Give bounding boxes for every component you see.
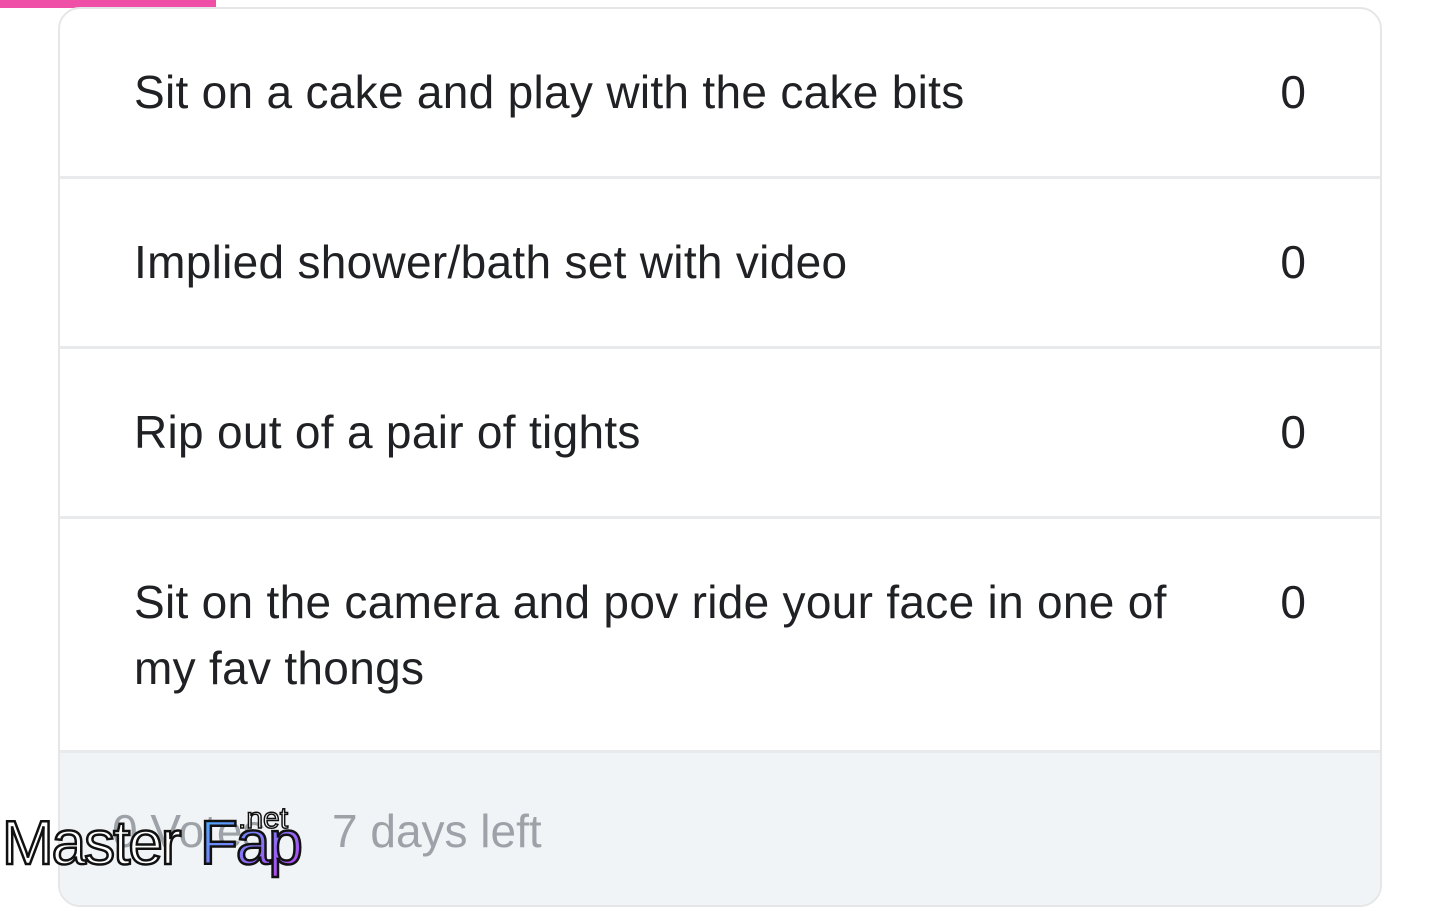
poll-option-count: 0 — [1280, 236, 1306, 288]
masterfap-watermark-logo: Master Fap .net — [1, 801, 304, 879]
poll-option-count: 0 — [1280, 406, 1306, 458]
poll-option-label: Sit on a cake and play with the cake bit… — [134, 66, 965, 118]
poll-option[interactable]: Rip out of a pair of tights 0 — [60, 349, 1380, 519]
poll-option[interactable]: Implied shower/bath set with video 0 — [60, 179, 1380, 349]
poll-option-label: Implied shower/bath set with video — [134, 236, 848, 288]
poll-option-label: Sit on the camera and pov ride your face… — [134, 576, 1167, 694]
watermark-master-text: Master — [2, 809, 181, 878]
poll-option-count: 0 — [1280, 66, 1306, 118]
poll-option-count: 0 — [1280, 576, 1306, 628]
time-left: 7 days left — [332, 805, 542, 857]
poll-option[interactable]: Sit on a cake and play with the cake bit… — [60, 9, 1380, 179]
poll-option-label: Rip out of a pair of tights — [134, 406, 641, 458]
watermark-tld-text: .net — [238, 802, 289, 835]
poll-card: Sit on a cake and play with the cake bit… — [58, 7, 1382, 907]
poll-option[interactable]: Sit on the camera and pov ride your face… — [60, 519, 1380, 753]
